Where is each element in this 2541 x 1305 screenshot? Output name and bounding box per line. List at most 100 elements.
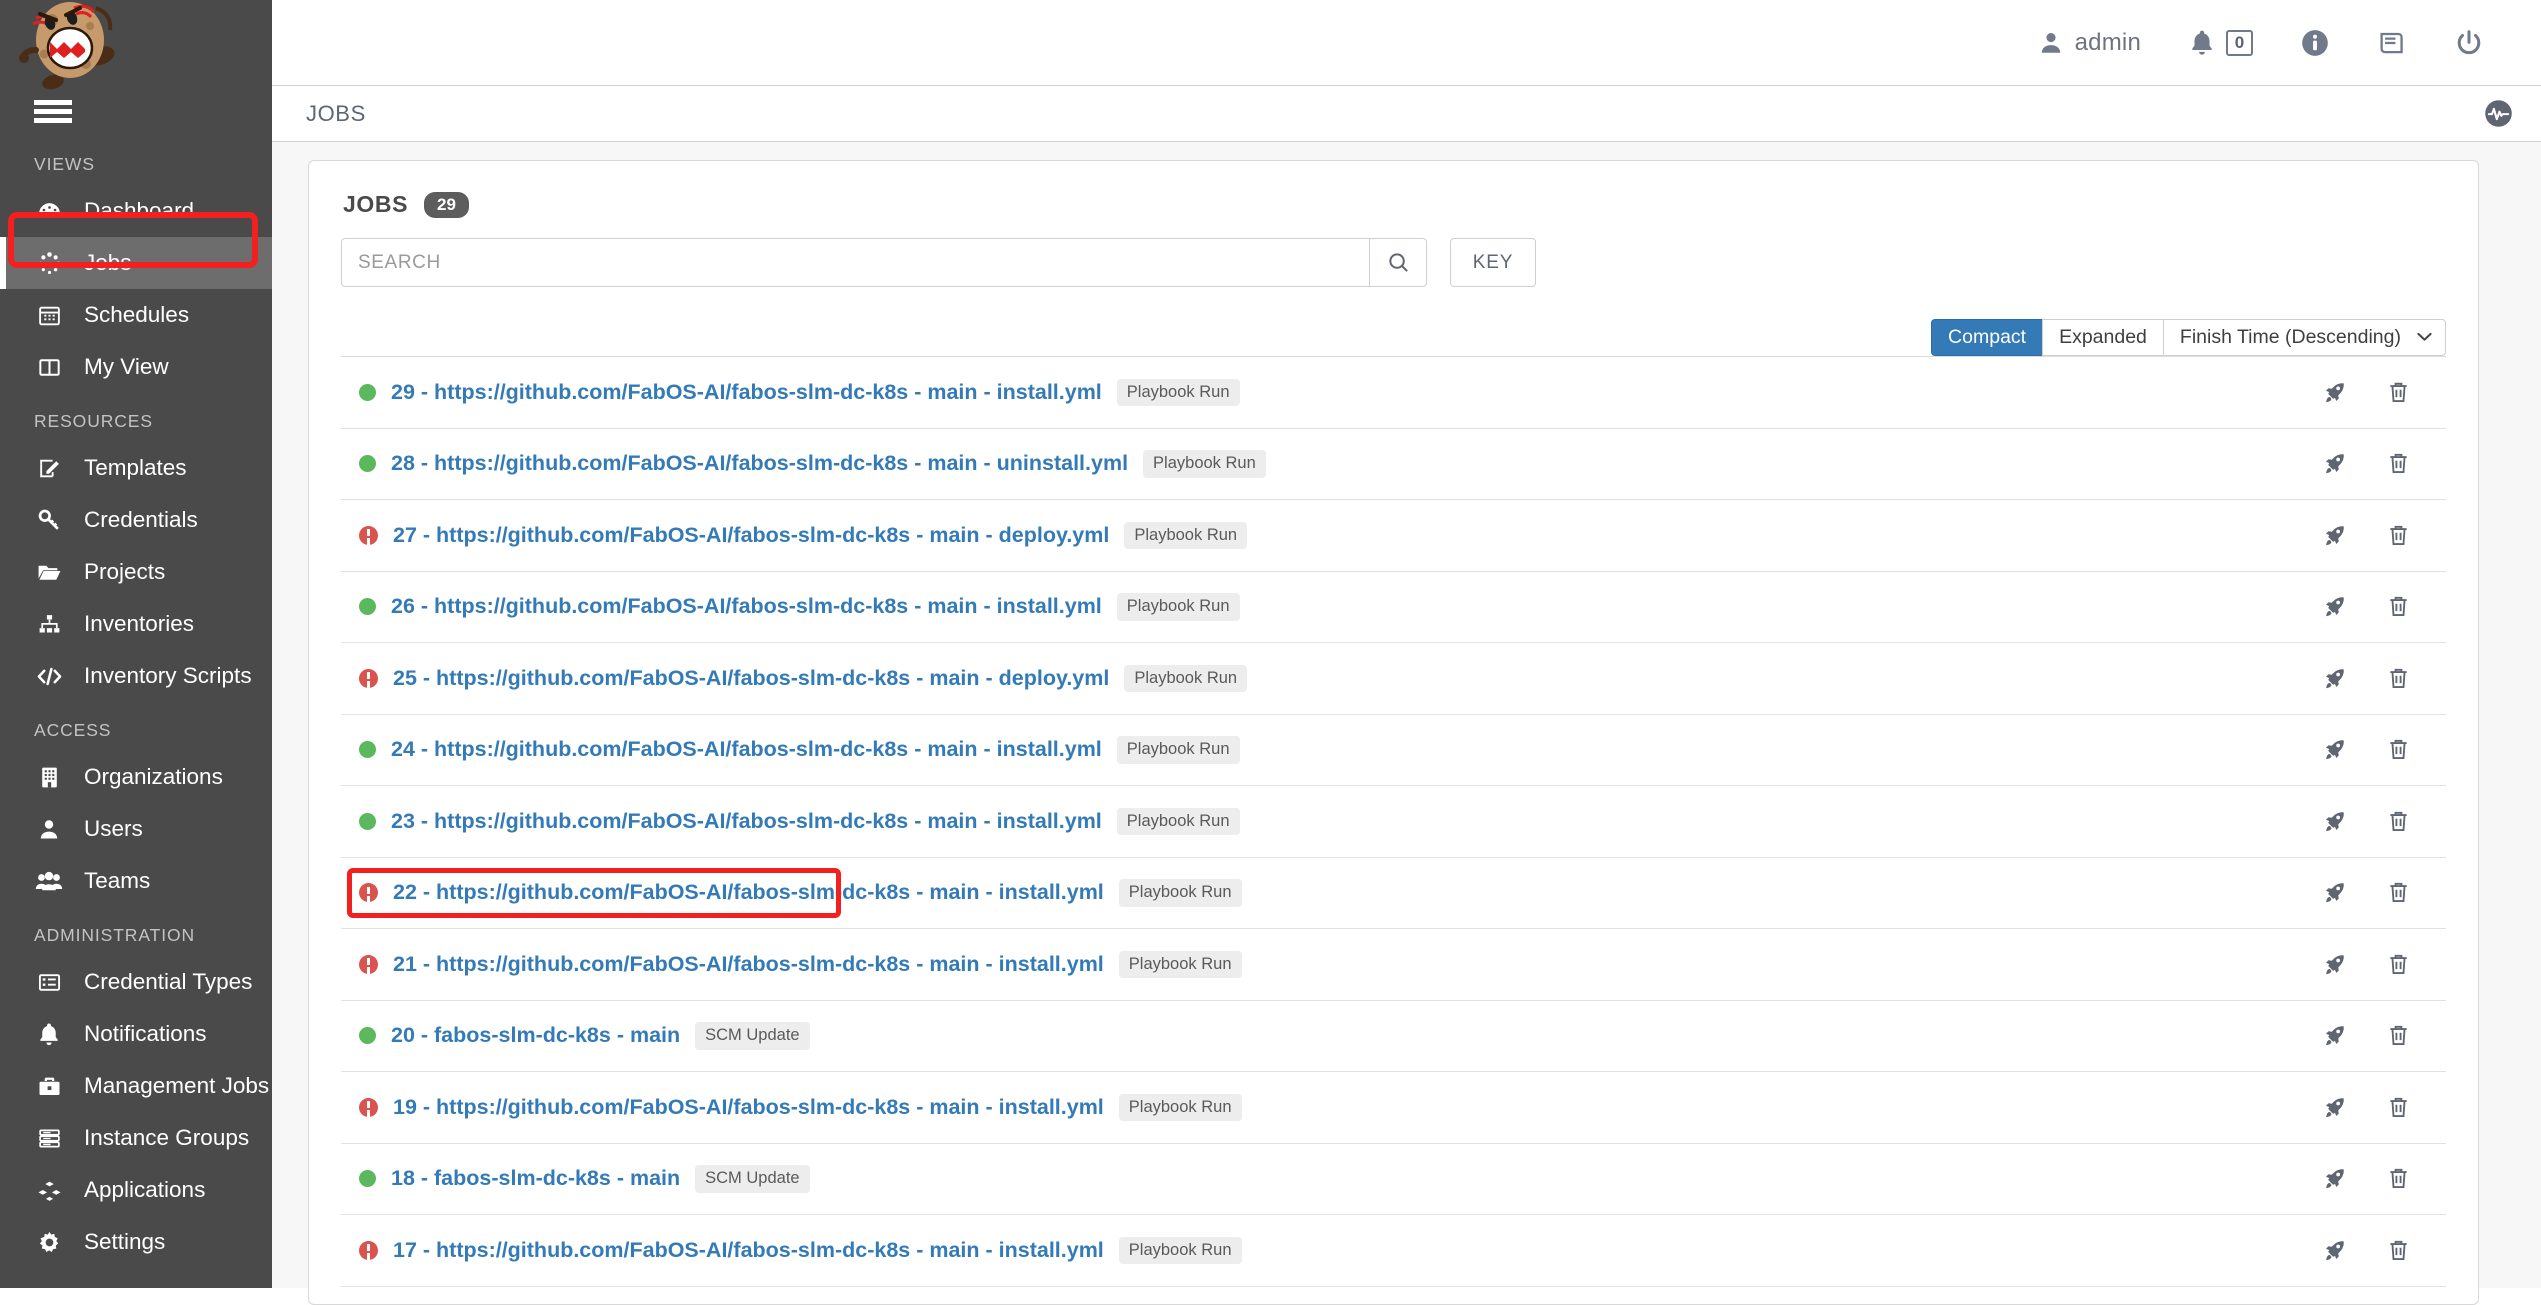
job-name-link[interactable]: 19 - https://github.com/FabOS-AI/fabos-s…	[393, 1095, 1104, 1120]
rocket-icon[interactable]	[2320, 878, 2348, 908]
sidebar-item-management-jobs[interactable]: Management Jobs	[0, 1060, 272, 1112]
rocket-icon[interactable]	[2320, 377, 2348, 407]
trash-icon[interactable]	[2384, 735, 2412, 765]
job-name-link[interactable]: 25 - https://github.com/FabOS-AI/fabos-s…	[393, 666, 1109, 691]
rocket-icon[interactable]	[2320, 1235, 2348, 1265]
job-name-link[interactable]: 23 - https://github.com/FabOS-AI/fabos-s…	[391, 809, 1102, 834]
sidebar-item-schedules[interactable]: Schedules	[0, 289, 272, 341]
sidebar-item-teams[interactable]: Teams	[0, 855, 272, 907]
hamburger-bar	[34, 117, 72, 123]
job-row-actions	[2320, 449, 2438, 479]
trash-icon[interactable]	[2384, 949, 2412, 979]
sidebar-item-users[interactable]: Users	[0, 803, 272, 855]
sidebar-item-jobs[interactable]: Jobs	[0, 237, 272, 289]
table-row[interactable]: 21 - https://github.com/FabOS-AI/fabos-s…	[341, 929, 2446, 1001]
logout-button[interactable]	[2431, 0, 2507, 86]
rocket-icon[interactable]	[2320, 663, 2348, 693]
notifications-button[interactable]: 0	[2165, 0, 2277, 86]
sidebar-item-organizations[interactable]: Organizations	[0, 751, 272, 803]
trash-icon[interactable]	[2384, 1235, 2412, 1265]
sidebar-item-label: Templates	[84, 455, 187, 480]
job-type-badge: Playbook Run	[1118, 1093, 1242, 1121]
trash-icon[interactable]	[2384, 1164, 2412, 1194]
job-row-main: 23 - https://github.com/FabOS-AI/fabos-s…	[359, 807, 2320, 835]
table-row[interactable]: 18 - fabos-slm-dc-k8s - main SCM Update	[341, 1144, 2446, 1215]
table-row[interactable]: 29 - https://github.com/FabOS-AI/fabos-s…	[341, 357, 2446, 429]
sort-dropdown[interactable]: Finish Time (Descending)	[2162, 319, 2446, 356]
job-name-link[interactable]: 26 - https://github.com/FabOS-AI/fabos-s…	[391, 594, 1102, 619]
sidebar-item-projects[interactable]: Projects	[0, 546, 272, 598]
search-submit-button[interactable]	[1369, 238, 1427, 287]
rocket-icon[interactable]	[2320, 1021, 2348, 1051]
sidebar-item-label: Management Jobs	[84, 1073, 270, 1098]
key-button[interactable]: KEY	[1450, 238, 1536, 287]
sidebar-item-label: Schedules	[84, 302, 190, 327]
sidebar-item-credential-types[interactable]: Credential Types	[0, 956, 272, 1008]
trash-icon[interactable]	[2384, 663, 2412, 693]
rocket-icon[interactable]	[2320, 806, 2348, 836]
status-success-icon	[359, 1170, 376, 1188]
documentation-button[interactable]	[2353, 0, 2431, 86]
job-row-main: 24 - https://github.com/FabOS-AI/fabos-s…	[359, 736, 2320, 764]
trash-icon[interactable]	[2384, 520, 2412, 550]
sidebar-item-settings[interactable]: Settings	[0, 1216, 272, 1268]
table-row[interactable]: 27 - https://github.com/FabOS-AI/fabos-s…	[341, 500, 2446, 572]
job-name-link[interactable]: 29 - https://github.com/FabOS-AI/fabos-s…	[391, 380, 1102, 405]
sidebar-item-dashboard[interactable]: Dashboard	[0, 185, 272, 237]
job-row-main: 21 - https://github.com/FabOS-AI/fabos-s…	[359, 950, 2320, 978]
job-name-link[interactable]: 20 - fabos-slm-dc-k8s - main	[391, 1023, 680, 1048]
job-row-main: 27 - https://github.com/FabOS-AI/fabos-s…	[359, 521, 2320, 549]
table-row[interactable]: 24 - https://github.com/FabOS-AI/fabos-s…	[341, 715, 2446, 786]
sidebar-item-inventories[interactable]: Inventories	[0, 598, 272, 650]
job-name-link[interactable]: 17 - https://github.com/FabOS-AI/fabos-s…	[393, 1238, 1104, 1263]
table-row[interactable]: 26 - https://github.com/FabOS-AI/fabos-s…	[341, 572, 2446, 643]
rocket-icon[interactable]	[2320, 735, 2348, 765]
rocket-icon[interactable]	[2320, 1092, 2348, 1122]
activity-stream-icon[interactable]	[2484, 99, 2513, 128]
job-name-link[interactable]: 21 - https://github.com/FabOS-AI/fabos-s…	[393, 952, 1104, 977]
trash-icon[interactable]	[2384, 1021, 2412, 1051]
trash-icon[interactable]	[2384, 878, 2412, 908]
table-row[interactable]: 19 - https://github.com/FabOS-AI/fabos-s…	[341, 1072, 2446, 1144]
rocket-icon[interactable]	[2320, 449, 2348, 479]
trash-icon[interactable]	[2384, 592, 2412, 622]
trash-icon[interactable]	[2384, 377, 2412, 407]
sidebar-toggle-button[interactable]	[0, 86, 272, 136]
gear-icon	[34, 1230, 64, 1255]
status-success-icon	[359, 1027, 376, 1045]
job-name-link[interactable]: 18 - fabos-slm-dc-k8s - main	[391, 1166, 680, 1191]
search-input[interactable]	[341, 238, 1369, 287]
sidebar-item-credentials[interactable]: Credentials	[0, 494, 272, 546]
job-name-link[interactable]: 28 - https://github.com/FabOS-AI/fabos-s…	[391, 451, 1128, 476]
status-failed-icon	[359, 668, 378, 688]
table-row[interactable]: 28 - https://github.com/FabOS-AI/fabos-s…	[341, 429, 2446, 500]
sidebar-item-my-view[interactable]: My View	[0, 341, 272, 393]
breadcrumb: JOBS	[306, 100, 366, 126]
rocket-icon[interactable]	[2320, 949, 2348, 979]
view-mode-compact-button[interactable]: Compact	[1931, 319, 2043, 356]
sidebar-item-inventory-scripts[interactable]: Inventory Scripts	[0, 650, 272, 702]
job-row-main: 22 - https://github.com/FabOS-AI/fabos-s…	[359, 879, 2320, 907]
table-row[interactable]: 23 - https://github.com/FabOS-AI/fabos-s…	[341, 786, 2446, 858]
job-name-link[interactable]: 27 - https://github.com/FabOS-AI/fabos-s…	[393, 523, 1109, 548]
table-row[interactable]: 22 - https://github.com/FabOS-AI/fabos-s…	[341, 858, 2446, 929]
sidebar-item-templates[interactable]: Templates	[0, 442, 272, 494]
current-user-menu[interactable]: admin	[2014, 0, 2165, 86]
table-row[interactable]: 20 - fabos-slm-dc-k8s - main SCM Update	[341, 1001, 2446, 1072]
sidebar-item-notifications[interactable]: Notifications	[0, 1008, 272, 1060]
about-info-button[interactable]	[2277, 0, 2353, 86]
table-row[interactable]: 25 - https://github.com/FabOS-AI/fabos-s…	[341, 643, 2446, 715]
job-name-link[interactable]: 22 - https://github.com/FabOS-AI/fabos-s…	[393, 880, 1104, 905]
rocket-icon[interactable]	[2320, 520, 2348, 550]
rocket-icon[interactable]	[2320, 1164, 2348, 1194]
trash-icon[interactable]	[2384, 449, 2412, 479]
trash-icon[interactable]	[2384, 806, 2412, 836]
sidebar-item-label: Dashboard	[84, 198, 195, 223]
table-row[interactable]: 17 - https://github.com/FabOS-AI/fabos-s…	[341, 1215, 2446, 1287]
sidebar-item-applications[interactable]: Applications	[0, 1164, 272, 1216]
sidebar-item-instance-groups[interactable]: Instance Groups	[0, 1112, 272, 1164]
trash-icon[interactable]	[2384, 1092, 2412, 1122]
view-mode-expanded-button[interactable]: Expanded	[2042, 319, 2163, 356]
rocket-icon[interactable]	[2320, 592, 2348, 622]
job-name-link[interactable]: 24 - https://github.com/FabOS-AI/fabos-s…	[391, 737, 1102, 762]
